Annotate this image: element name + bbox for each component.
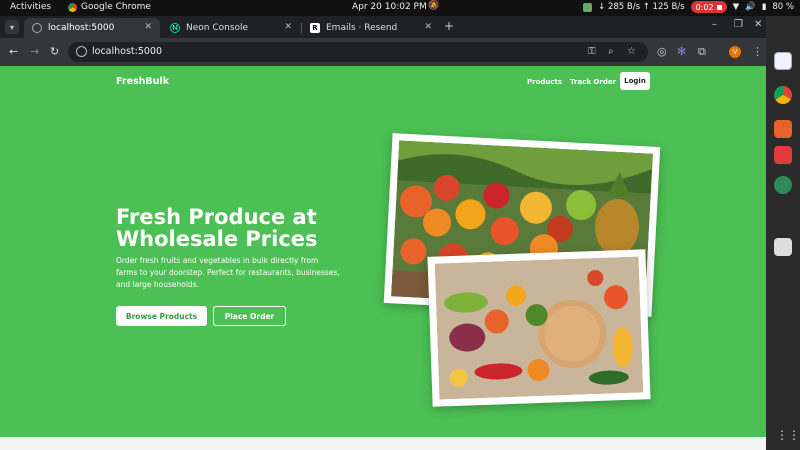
produce-photo-2 [427,249,651,407]
url-text: localhost:5000 [92,46,163,57]
tab-title: Emails · Resend [326,23,398,33]
tab-title: localhost:5000 [48,23,115,33]
extension-gear-icon[interactable]: ✻ [677,45,686,58]
maximize-icon[interactable]: ❐ [734,19,743,30]
wifi-icon: ▼ [732,2,740,12]
web-page: FreshBulk Products Track Order Login Fre… [0,66,766,450]
close-tab-icon[interactable]: ✕ [424,22,432,32]
vegetables-image [434,256,644,400]
new-tab-icon[interactable]: + [444,19,454,33]
tab-title: Neon Console [186,23,249,33]
minimize-icon[interactable]: – [712,19,717,30]
tab-search-button[interactable]: ▾ [5,20,19,34]
reload-icon[interactable]: ↻ [50,45,59,58]
tab-resend[interactable]: R Emails · Resend ✕ [302,18,440,38]
document-viewer-icon[interactable] [774,52,792,70]
show-apps-icon[interactable]: ⋮⋮⋮ [776,428,800,442]
battery-level: 80 % [772,2,794,12]
trash-icon[interactable] [774,238,792,256]
stop-icon [716,4,722,10]
browser-toolbar: ← → ↻ localhost:5000 ⚿ ⌕ ☆ ◎ ✻ ⧉ V ⋮ [0,38,766,66]
network-speed: ↓ 285 B/s ↑ 125 B/s [598,2,685,12]
shield-icon [583,2,593,12]
place-order-button[interactable]: Place Order [213,306,286,326]
screen: Activities Google Chrome Apr 20 10:02 PM… [0,0,800,450]
extensions-puzzle-icon[interactable]: ⧉ [698,45,706,59]
extension-icon[interactable]: ◎ [657,45,667,58]
close-tab-icon[interactable]: ✕ [144,22,152,32]
volume-icon: 🔊 [745,2,756,12]
back-icon[interactable]: ← [9,45,18,58]
os-top-bar: Activities Google Chrome Apr 20 10:02 PM… [0,0,800,16]
resend-icon: R [310,23,320,33]
recording-time: 0:02 [695,2,714,12]
tab-neon-console[interactable]: N Neon Console ✕ [162,18,300,38]
login-button[interactable]: Login [620,72,650,90]
notifications-muted-icon: 🔕 [428,1,440,11]
site-logo[interactable]: FreshBulk [116,76,169,87]
recording-indicator[interactable]: 0:02 [690,1,727,13]
zoom-icon[interactable]: ⌕ [608,46,614,57]
next-section [0,437,766,450]
forward-icon[interactable]: → [30,45,39,58]
app-icon[interactable] [774,176,792,194]
profile-avatar[interactable]: V [729,46,741,58]
download-manager-icon[interactable] [774,146,792,164]
app-installer-icon[interactable] [774,120,792,138]
nav-track-order-link[interactable]: Track Order [570,78,616,86]
chrome-dock-icon[interactable] [774,86,792,104]
hero-title: Fresh Produce at Wholesale Prices [116,205,318,251]
address-bar[interactable]: localhost:5000 ⚿ ⌕ ☆ [68,42,648,62]
site-info-icon[interactable] [76,46,87,57]
activities-button[interactable]: Activities [10,2,51,12]
nav-products-link[interactable]: Products [527,78,562,86]
system-tray[interactable]: ↓ 285 B/s ↑ 125 B/s 0:02 ▼ 🔊 ▮ 80 % [583,1,794,13]
tab-localhost[interactable]: localhost:5000 ✕ [24,18,160,38]
hero-description: Order fresh fruits and vegetables in bul… [116,256,340,289]
battery-icon: ▮ [761,2,767,12]
neon-icon: N [170,23,180,33]
clock[interactable]: Apr 20 10:02 PM [352,2,427,12]
globe-icon [32,23,42,33]
close-tab-icon[interactable]: ✕ [284,22,292,32]
close-window-icon[interactable]: ✕ [754,19,762,30]
app-dock: ⋮⋮⋮ [766,16,800,450]
chrome-menu-icon[interactable]: ⋮ [752,45,763,58]
browse-products-button[interactable]: Browse Products [116,306,207,326]
browser-tab-strip: ▾ localhost:5000 ✕ N Neon Console ✕ R Em… [0,16,766,38]
app-menu[interactable]: Google Chrome [68,2,151,12]
chrome-icon [68,2,77,12]
app-name: Google Chrome [81,2,151,12]
bookmark-star-icon[interactable]: ☆ [627,46,636,57]
password-key-icon[interactable]: ⚿ [588,46,596,57]
